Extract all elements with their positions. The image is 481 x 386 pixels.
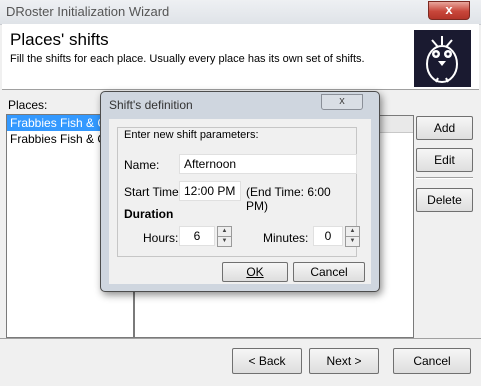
- dialog-cancel-label: Cancel: [310, 265, 348, 279]
- penguin-logo-icon: [414, 30, 471, 87]
- hours-label: Hours:: [143, 231, 179, 245]
- group-label: Enter new shift parameters:: [124, 129, 259, 141]
- minutes-down-arrow-icon[interactable]: ▼: [345, 236, 360, 247]
- window-title: DRoster Initialization Wizard: [6, 4, 170, 19]
- edit-button[interactable]: Edit: [416, 148, 473, 172]
- page-subtitle: Fill the shifts for each place. Usually …: [10, 53, 365, 65]
- hours-down-arrow-icon[interactable]: ▼: [217, 236, 232, 247]
- name-field[interactable]: Afternoon: [179, 154, 357, 174]
- minutes-label: Minutes:: [263, 231, 309, 245]
- button-separator: [416, 177, 473, 179]
- wizard-header: Places' shifts Fill the shifts for each …: [2, 24, 479, 90]
- page-title: Places' shifts: [10, 30, 109, 49]
- dialog-cancel-button[interactable]: Cancel: [293, 262, 365, 282]
- dialog-body: Enter new shift parameters: Name: Aftern…: [109, 119, 371, 284]
- end-time-text: (End Time: 6:00 PM): [246, 185, 331, 213]
- delete-button[interactable]: Delete: [416, 188, 473, 212]
- window-close-button[interactable]: x: [428, 1, 470, 20]
- duration-label: Duration: [124, 207, 174, 221]
- footer-divider: [0, 338, 481, 339]
- cancel-button[interactable]: Cancel: [393, 348, 471, 374]
- dialog-close-button[interactable]: x: [321, 94, 363, 110]
- shift-parameters-group: Enter new shift parameters: Name: Aftern…: [117, 127, 360, 257]
- hours-field[interactable]: 6: [179, 226, 215, 246]
- back-button[interactable]: < Back: [232, 348, 302, 374]
- minutes-field[interactable]: 0: [313, 226, 343, 246]
- add-button[interactable]: Add: [416, 116, 473, 140]
- start-time-field[interactable]: 12:00 PM: [179, 181, 241, 201]
- dialog-title: Shift's definition: [109, 98, 193, 112]
- dialog-ok-button[interactable]: OK: [222, 262, 288, 282]
- places-label: Places:: [8, 98, 48, 112]
- start-time-label: Start Time:: [124, 185, 183, 199]
- shift-definition-dialog: Shift's definition x Enter new shift par…: [100, 91, 380, 292]
- name-label: Name:: [124, 158, 160, 172]
- dialog-ok-label: OK: [246, 265, 264, 279]
- window-titlebar: DRoster Initialization Wizard x: [0, 0, 481, 25]
- next-button[interactable]: Next >: [309, 348, 379, 374]
